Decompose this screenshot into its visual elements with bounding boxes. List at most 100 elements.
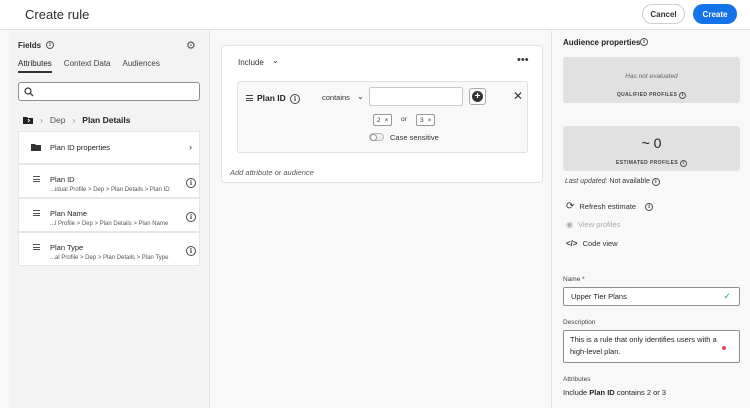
audience-properties-title: Audience properties <box>563 38 641 47</box>
value-tag: 2 × <box>373 114 393 126</box>
chevron-right-icon: › <box>40 115 43 125</box>
cancel-button[interactable]: Cancel <box>642 4 685 24</box>
description-field[interactable]: This is a rule that only identifies user… <box>563 330 740 363</box>
field-path: ...l Profile > Dep > Plan Details > Plan… <box>50 221 169 227</box>
tab-context-data[interactable]: Context Data <box>64 59 111 73</box>
drag-handle-icon[interactable] <box>246 95 253 103</box>
value-tag-label: 3 <box>420 116 424 124</box>
name-label: Name * <box>563 276 585 283</box>
estimated-profiles-label: ESTIMATED PROFILES i <box>563 160 740 167</box>
field-label: Plan Name <box>50 209 88 218</box>
create-button[interactable]: Create <box>693 4 737 24</box>
chevron-down-icon[interactable]: ⌄ <box>272 56 279 65</box>
gear-icon[interactable]: ⚙ <box>186 39 196 52</box>
estimated-value: ~ 0 <box>641 135 662 151</box>
add-attribute-placeholder[interactable]: Add attribute or audience <box>230 168 314 177</box>
qualified-profiles-label: QUALIFIED PROFILES i <box>563 92 740 99</box>
field-item-plan-type[interactable]: Plan Type ...al Profile > Dep > Plan Det… <box>18 232 200 266</box>
info-icon[interactable]: i <box>290 94 300 104</box>
info-icon[interactable]: i <box>186 212 196 222</box>
name-field[interactable]: Upper Tier Plans ✓ <box>563 287 740 306</box>
audience-properties-panel: Audience properties i Has not evaluated … <box>551 31 750 408</box>
attributes-summary: Include Plan ID contains 2 or 3 <box>563 388 666 397</box>
refresh-icon: ⟳ <box>566 201 575 212</box>
code-view-label: Code view <box>582 239 618 248</box>
chevron-down-icon[interactable]: ⌄ <box>357 92 364 101</box>
refresh-estimate-button[interactable]: ⟳ Refresh estimate i <box>566 201 654 212</box>
view-profiles-button[interactable]: ◉ View profiles <box>566 220 620 229</box>
attributes-suffix: contains 2 or 3 <box>616 388 667 397</box>
fields-title: Fields <box>18 41 42 50</box>
remove-tag-icon[interactable]: × <box>428 117 432 124</box>
checkmark-icon: ✓ <box>723 291 731 301</box>
estimated-profiles-card: ~ 0 ESTIMATED PROFILES i <box>563 126 740 171</box>
value-tag-label: 2 <box>377 116 381 124</box>
fields-tabs: Attributes Context Data Audiences <box>18 59 160 73</box>
attributes-prefix: Include <box>563 388 588 397</box>
folder-item-plan-id-properties[interactable]: Plan ID properties › <box>18 131 200 164</box>
field-item-plan-name[interactable]: Plan Name ...l Profile > Dep > Plan Deta… <box>18 198 200 232</box>
more-options-icon[interactable]: ••• <box>517 54 529 66</box>
plus-icon: + <box>472 91 483 102</box>
rule-canvas: Include ⌄ ••• Plan ID i contains ⌄ + ✕ 2… <box>211 31 550 408</box>
value-input[interactable] <box>369 87 463 106</box>
chevron-right-icon[interactable]: › <box>189 142 192 152</box>
header-bar: Create rule Cancel Create <box>0 0 750 30</box>
field-path: ...idual Profile > Dep > Plan Details > … <box>50 187 170 193</box>
tab-attributes[interactable]: Attributes <box>18 59 52 73</box>
field-path: ...al Profile > Dep > Plan Details > Pla… <box>50 255 169 261</box>
search-icon <box>24 87 34 97</box>
chevron-right-icon: › <box>72 115 76 125</box>
field-item-plan-id[interactable]: Plan ID ...idual Profile > Dep > Plan De… <box>18 164 200 198</box>
rule-condition: Plan ID i contains ⌄ + ✕ 2 × or 3 × Case… <box>237 81 528 153</box>
tab-audiences[interactable]: Audiences <box>123 59 160 73</box>
info-icon[interactable]: i <box>651 178 660 186</box>
field-label: Plan Type <box>50 243 84 252</box>
code-icon: </> <box>566 239 578 248</box>
info-icon[interactable]: i <box>46 41 54 49</box>
value-tag: 3 × <box>416 114 436 126</box>
not-evaluated-text: Has not evaluated <box>625 73 678 80</box>
field-label: Plan ID <box>50 175 75 184</box>
folder-root-icon[interactable] <box>23 116 33 124</box>
info-icon[interactable]: i <box>640 38 648 46</box>
remove-tag-icon[interactable]: × <box>385 117 389 124</box>
name-value: Upper Tier Plans <box>571 292 627 301</box>
refresh-estimate-label: Refresh estimate <box>579 202 637 211</box>
drag-handle-icon[interactable] <box>33 244 40 252</box>
add-value-button[interactable]: + <box>469 88 486 105</box>
breadcrumb-current: Plan Details <box>82 115 131 125</box>
info-icon: i <box>679 160 687 167</box>
operator-dropdown[interactable]: contains <box>322 93 350 102</box>
page-title: Create rule <box>25 7 90 22</box>
drag-handle-icon[interactable] <box>33 210 40 218</box>
fields-panel: Fields i ⚙ Attributes Context Data Audie… <box>9 31 210 408</box>
case-sensitive-label: Case sensitive <box>390 133 439 142</box>
last-updated: Last updated: Not available i <box>565 178 660 186</box>
attributes-label: Attributes <box>563 376 591 383</box>
description-value: This is a rule that only identifies user… <box>570 335 717 356</box>
case-sensitive-toggle[interactable] <box>369 133 384 141</box>
breadcrumb: › Dep › Plan Details <box>23 115 130 125</box>
description-label: Description <box>563 319 596 326</box>
info-icon[interactable]: i <box>186 178 196 188</box>
include-dropdown[interactable]: Include <box>238 58 264 67</box>
info-icon[interactable]: i <box>645 202 654 211</box>
search-input[interactable] <box>18 82 200 101</box>
condition-field: Plan ID <box>257 93 286 103</box>
status-dot <box>722 346 726 350</box>
or-label: or <box>401 116 407 123</box>
breadcrumb-parent[interactable]: Dep <box>50 115 66 125</box>
info-icon: i <box>679 92 687 99</box>
folder-label: Plan ID properties <box>50 143 111 152</box>
eye-icon: ◉ <box>566 220 573 229</box>
rule-container: Include ⌄ ••• Plan ID i contains ⌄ + ✕ 2… <box>221 45 543 183</box>
info-icon[interactable]: i <box>186 246 196 256</box>
view-profiles-label: View profiles <box>577 220 621 229</box>
drag-handle-icon[interactable] <box>33 176 40 184</box>
close-icon[interactable]: ✕ <box>513 89 523 103</box>
folder-icon <box>31 144 41 151</box>
code-view-button[interactable]: </> Code view <box>566 239 618 248</box>
qualified-profiles-card: Has not evaluated QUALIFIED PROFILES i <box>563 57 740 103</box>
attributes-field: Plan ID <box>589 388 615 397</box>
